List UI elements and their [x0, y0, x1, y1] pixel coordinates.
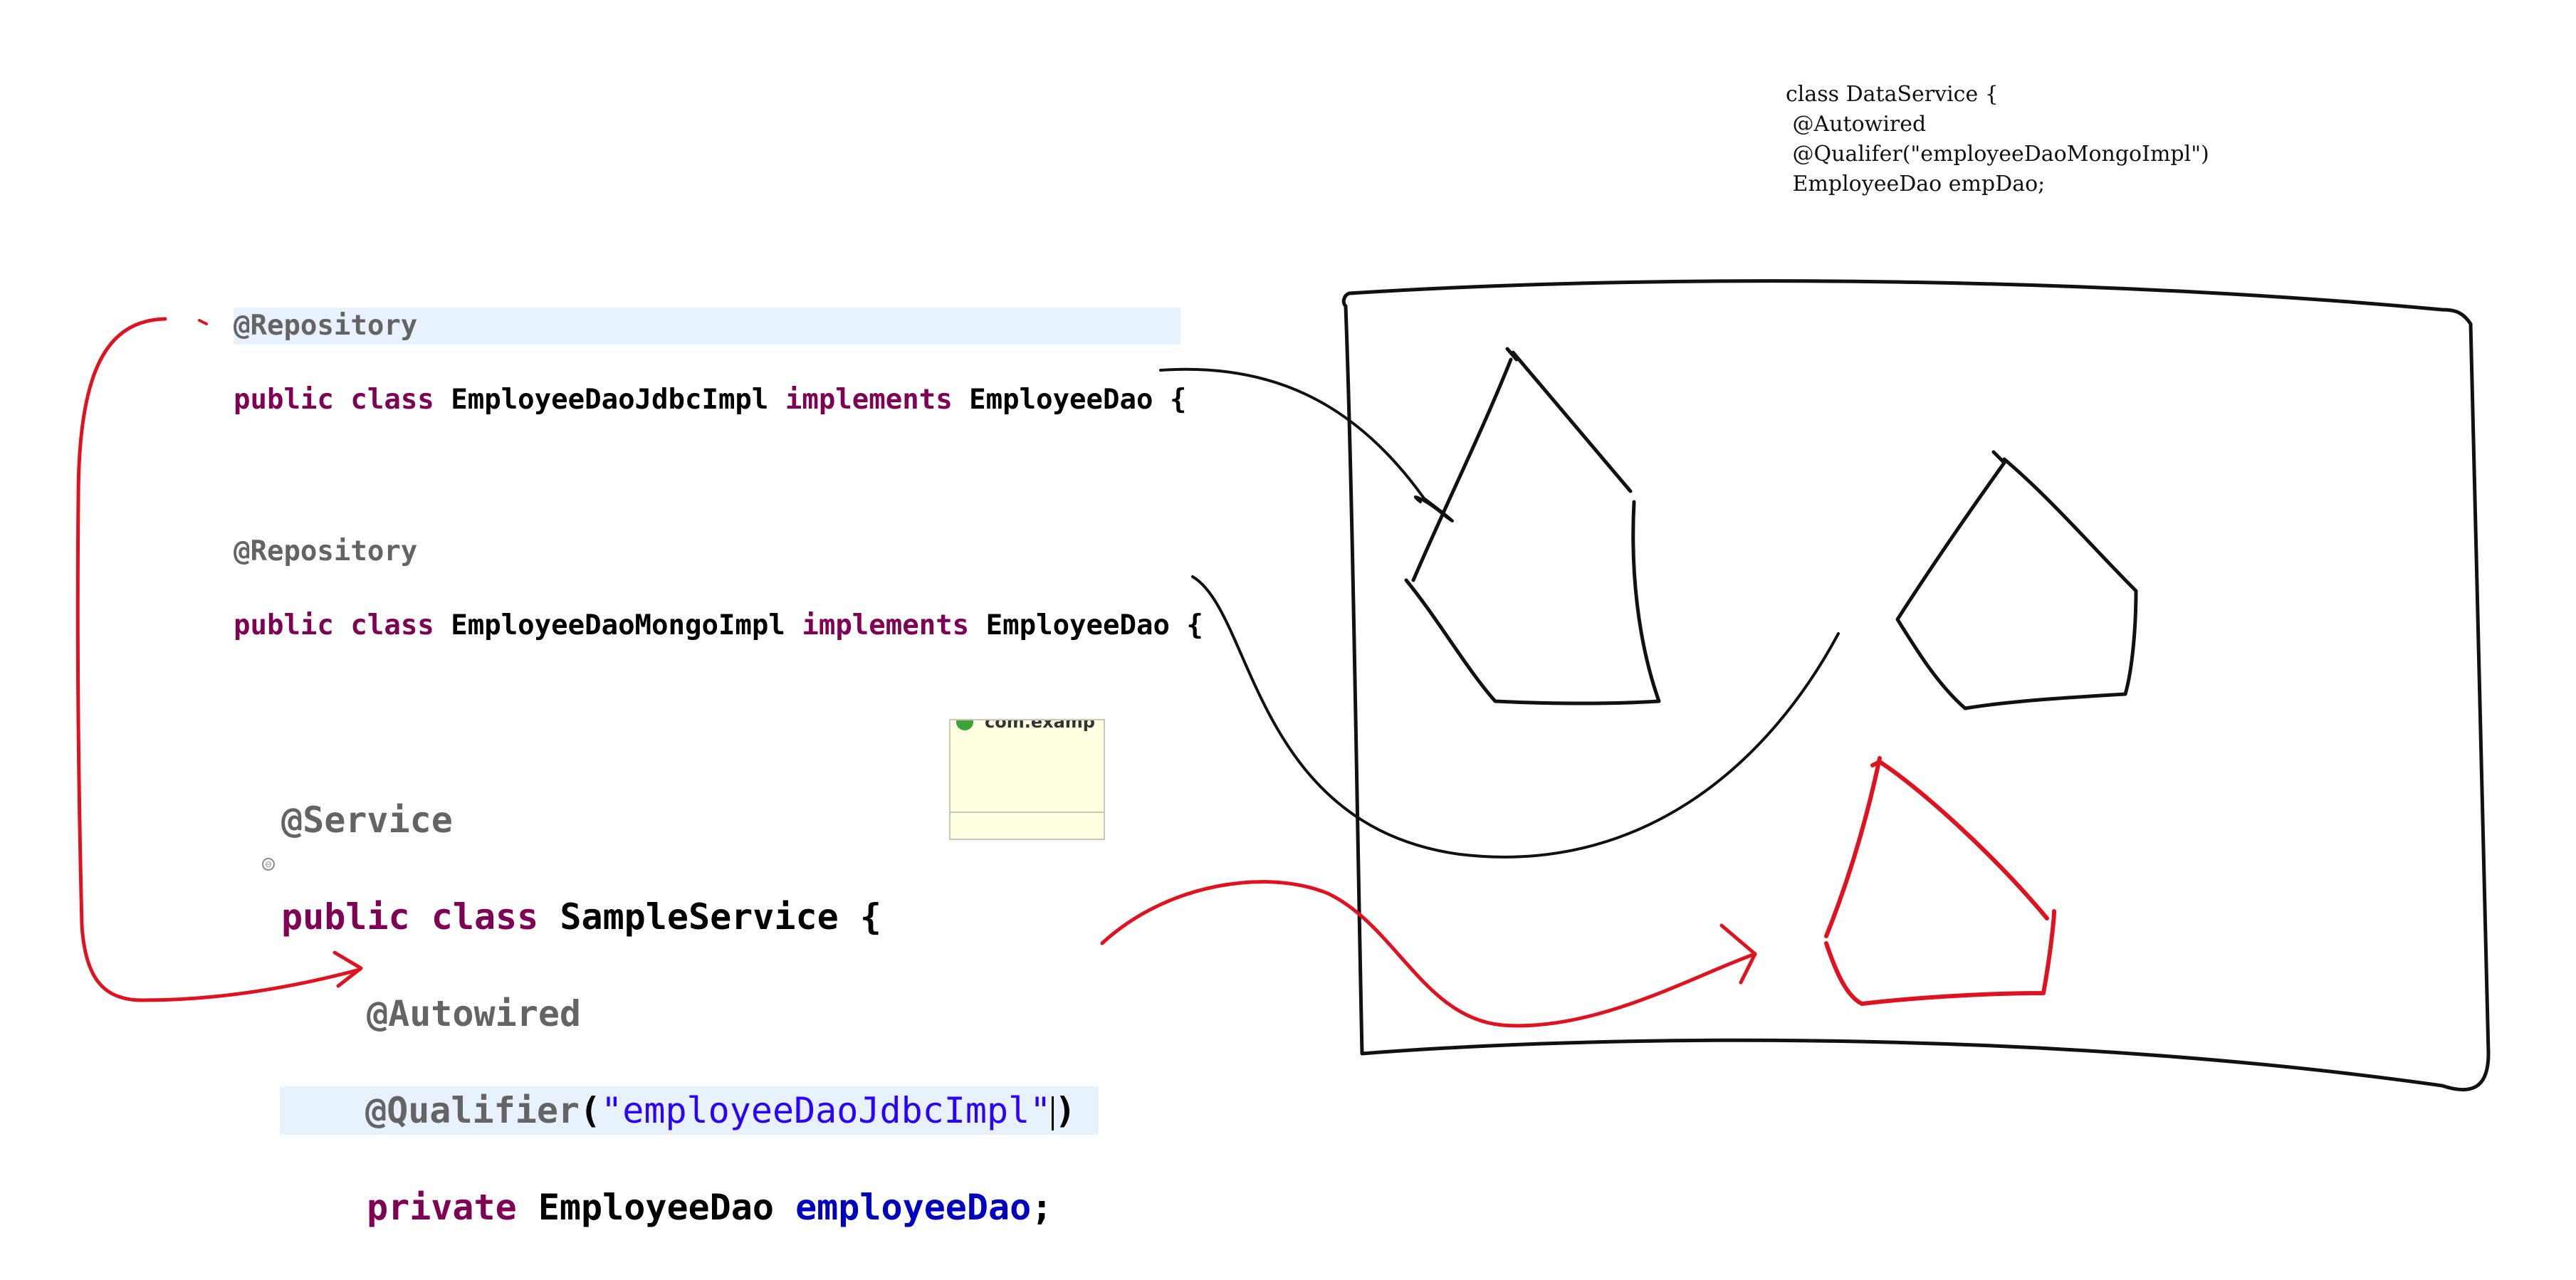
bean-selected-shape — [1824, 756, 2056, 1006]
field-type: EmployeeDao — [538, 1187, 774, 1228]
field-declaration-line: private EmployeeDao employeeDao; — [281, 1183, 1099, 1232]
bean-jdbc-shape — [1404, 347, 1661, 705]
semicolon: ; — [1031, 1187, 1053, 1228]
connector-mongo-to-bean — [1191, 575, 1840, 859]
arrow-qualifier-to-bean — [1100, 880, 1757, 1028]
field-name: employeeDao — [795, 1187, 1032, 1228]
arrow-class-to-field-tick — [198, 319, 208, 325]
bean-mongo-shape — [1895, 450, 2138, 710]
connector-jdbc-to-bean — [1159, 367, 1454, 523]
container-box — [1341, 279, 2491, 1092]
hand-drawn-diagram — [75, 279, 2491, 1092]
arrow-class-to-field — [75, 317, 363, 1002]
keyword-private: private — [367, 1187, 517, 1228]
